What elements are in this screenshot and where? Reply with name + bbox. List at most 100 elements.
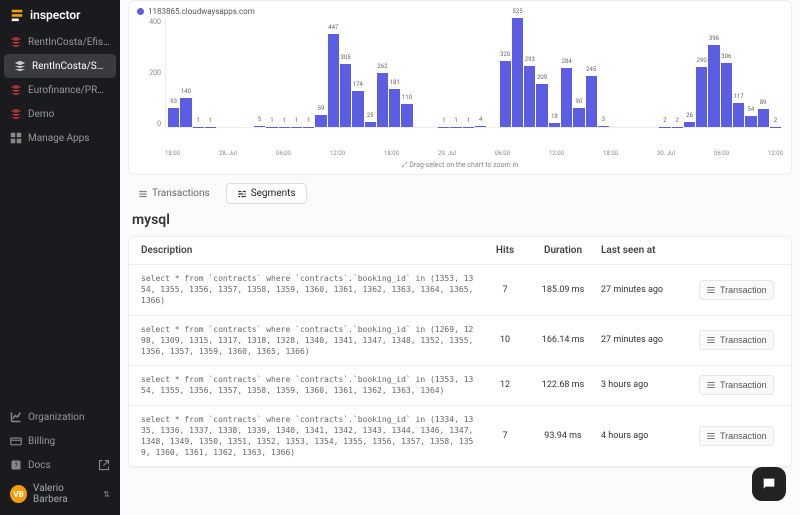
- transaction-button[interactable]: Transaction: [699, 330, 774, 350]
- chart-bar[interactable]: 93: [168, 108, 179, 127]
- table-header: Description Hits Duration Last seen at: [129, 237, 791, 265]
- bar-value-label: 1: [454, 117, 457, 124]
- chart-bar[interactable]: 320: [500, 61, 511, 127]
- chart-bar[interactable]: 59: [315, 115, 326, 127]
- bar-value-label: 306: [721, 53, 731, 60]
- transaction-button[interactable]: Transaction: [699, 375, 774, 395]
- chart-bar[interactable]: 26: [684, 122, 695, 127]
- sidebar-manage-apps[interactable]: Manage Apps: [0, 126, 120, 150]
- legend-label: 1183865.cloudwaysapps.com: [148, 7, 255, 16]
- sidebar-app-0[interactable]: RentInCosta/Efisio: [0, 30, 120, 54]
- bar-value-label: 1: [197, 117, 200, 124]
- chart-bar[interactable]: 293: [524, 66, 535, 127]
- bar-value-label: 1: [295, 117, 298, 124]
- x-tick: 18:00: [165, 150, 180, 157]
- cell-hits: 7: [485, 285, 525, 295]
- chart-bar[interactable]: 209: [536, 84, 547, 127]
- tab-label: Segments: [251, 188, 296, 199]
- cell-last-seen: 27 minutes ago: [601, 335, 691, 345]
- transaction-button[interactable]: Transaction: [699, 280, 774, 300]
- chat-icon: [761, 476, 777, 492]
- chart-bar[interactable]: 306: [721, 63, 732, 127]
- cell-duration: 185.09 ms: [533, 285, 593, 295]
- chart-area[interactable]: 400 200 0 931401151111594473051742526218…: [137, 18, 783, 148]
- chart-plot[interactable]: 9314011511115944730517425262181110111432…: [165, 18, 783, 128]
- sidebar-app-2[interactable]: Eurofinance/PROD: [0, 78, 120, 102]
- bar-value-label: 320: [500, 51, 510, 58]
- external-link-icon: [98, 459, 110, 471]
- bar-value-label: 110: [402, 94, 412, 101]
- zoom-icon: ⤢: [402, 161, 408, 169]
- sidebar-org-label: Organization: [28, 412, 85, 423]
- bar-value-label: 1: [209, 117, 212, 124]
- tab-transactions[interactable]: Transactions: [128, 184, 220, 203]
- chart-bar[interactable]: 262: [377, 73, 388, 127]
- bar-value-label: 305: [341, 54, 351, 61]
- chart-bar[interactable]: 90: [573, 108, 584, 127]
- chart-bar[interactable]: 89: [758, 109, 769, 127]
- cell-last-seen: 27 minutes ago: [601, 285, 691, 295]
- col-last-seen: Last seen at: [601, 245, 691, 256]
- bar-value-label: 284: [562, 58, 572, 65]
- chart-bar[interactable]: 525: [512, 18, 523, 127]
- bar-value-label: 25: [367, 112, 374, 119]
- section-title: mysql: [132, 212, 788, 228]
- tab-segments[interactable]: Segments: [226, 183, 307, 204]
- chart-bar[interactable]: 25: [365, 122, 376, 127]
- chart-bar[interactable]: 447: [328, 34, 339, 127]
- col-description: Description: [141, 245, 477, 256]
- bar-value-label: 2: [675, 117, 678, 124]
- y-tick: 200: [137, 69, 161, 77]
- chart-bar[interactable]: 181: [389, 89, 400, 127]
- bar-value-label: 525: [512, 8, 522, 15]
- sidebar-app-3[interactable]: Demo: [0, 102, 120, 126]
- chart-bar[interactable]: 5: [254, 126, 265, 127]
- sidebar-app-1[interactable]: RentInCosta/Sorr...: [4, 54, 116, 78]
- x-tick: 28. Jul: [219, 150, 237, 157]
- stack-icon: [14, 60, 26, 72]
- brand-logo[interactable]: inspector: [0, 0, 120, 30]
- caret-up-down-icon: ⇅: [103, 490, 110, 499]
- sidebar-docs[interactable]: ? Docs: [0, 453, 120, 477]
- cell-hits: 12: [485, 380, 525, 390]
- chart-bar[interactable]: 54: [745, 116, 756, 127]
- transaction-icon: [706, 285, 716, 295]
- chat-button[interactable]: [752, 467, 786, 501]
- bar-value-label: 396: [709, 35, 719, 42]
- table-row: select * from `contracts` where `contrac…: [129, 316, 791, 367]
- transaction-icon: [706, 431, 716, 441]
- chart-bar[interactable]: 140: [180, 98, 191, 127]
- x-tick: 12:00: [330, 150, 345, 157]
- user-menu[interactable]: VB Valerio Barbera ⇅: [0, 477, 120, 511]
- chart-bar[interactable]: 290: [696, 67, 707, 127]
- chart-bar[interactable]: 110: [401, 104, 412, 127]
- x-tick: 06:00: [276, 150, 291, 157]
- x-tick: 18:00: [384, 150, 399, 157]
- transaction-button[interactable]: Transaction: [699, 426, 774, 446]
- chart-bar[interactable]: 174: [352, 91, 363, 127]
- bar-value-label: 1: [282, 117, 285, 124]
- bar-value-label: 174: [353, 81, 363, 88]
- cell-description: select * from `contracts` where `contrac…: [141, 374, 477, 396]
- chart-bar[interactable]: 305: [340, 64, 351, 127]
- cell-duration: 93.94 ms: [533, 431, 593, 441]
- bar-value-label: 90: [576, 98, 583, 105]
- sidebar-billing[interactable]: Billing: [0, 429, 120, 453]
- main-content: 1183865.cloudwaysapps.com 400 200 0 9314…: [120, 0, 800, 515]
- sidebar-app-label: Eurofinance/PROD: [28, 85, 110, 96]
- chart-bar[interactable]: 18: [549, 123, 560, 127]
- chart-hint-text: Drag-select on the chart to zoom in: [409, 161, 518, 169]
- bar-value-label: 447: [328, 24, 338, 31]
- chart-bar[interactable]: 117: [733, 103, 744, 127]
- chart-bar[interactable]: 284: [561, 68, 572, 127]
- chart-bar[interactable]: 396: [708, 45, 719, 127]
- sidebar-organization[interactable]: Organization: [0, 405, 120, 429]
- bar-value-label: 262: [377, 63, 387, 70]
- chart-bar[interactable]: 3: [598, 126, 609, 127]
- bar-value-label: 140: [181, 88, 191, 95]
- stack-icon: [10, 108, 22, 120]
- chart-legend[interactable]: 1183865.cloudwaysapps.com: [137, 7, 783, 16]
- table-row: select * from `contracts` where `contrac…: [129, 406, 791, 468]
- chart-bar[interactable]: 4: [475, 126, 486, 127]
- chart-bar[interactable]: 245: [586, 76, 597, 127]
